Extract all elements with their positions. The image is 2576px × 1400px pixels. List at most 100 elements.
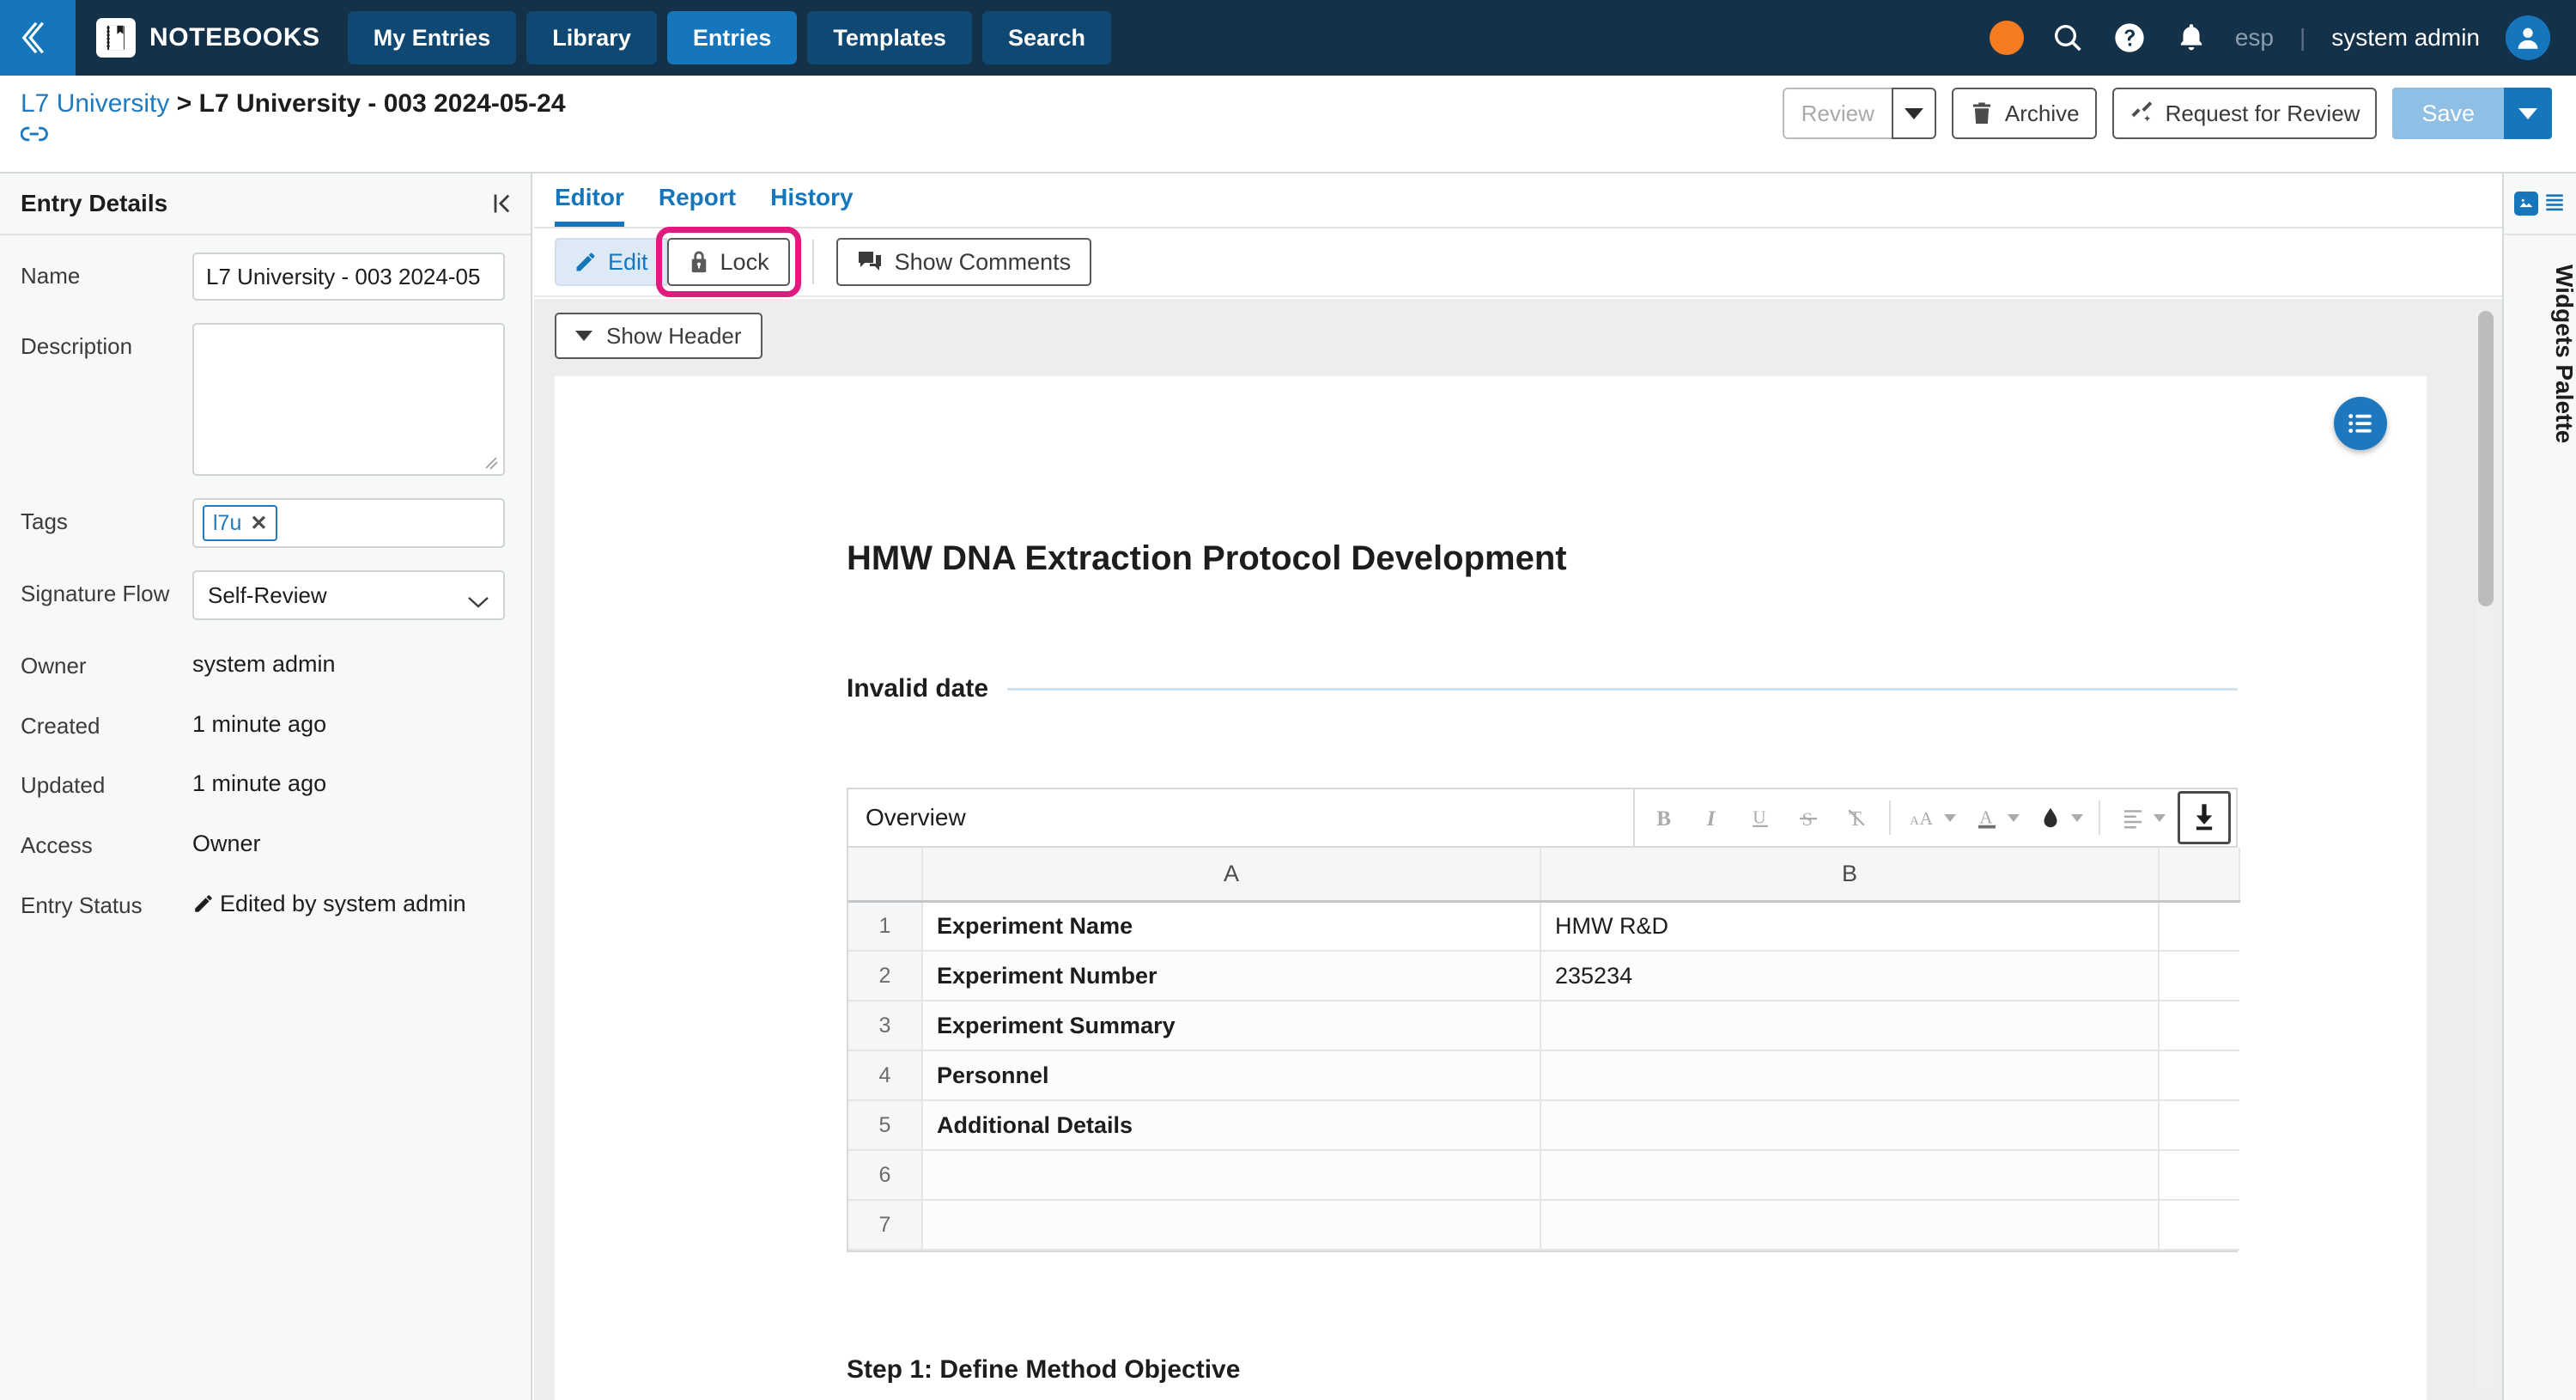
lock-button[interactable]: Lock [666, 238, 790, 286]
grid-row-header-2[interactable]: 2 [848, 951, 923, 1001]
search-icon[interactable] [2050, 20, 2086, 56]
bold-icon[interactable]: B [1640, 794, 1688, 842]
collapse-left-icon[interactable] [489, 191, 513, 216]
toolbar-divider [811, 240, 814, 284]
tab-editor[interactable]: Editor [555, 184, 624, 227]
grid-row-header-5[interactable]: 5 [848, 1100, 923, 1151]
canvas-scrollbar-thumb[interactable] [2478, 311, 2494, 606]
grid-cell-a3[interactable]: Experiment Summary [922, 1001, 1541, 1051]
username-label[interactable]: system admin [2331, 24, 2480, 52]
align-icon[interactable] [2109, 794, 2172, 842]
spreadsheet-name[interactable]: Overview [848, 789, 1635, 846]
field-row-created: Created 1 minute ago [0, 703, 531, 740]
pencil-icon [195, 895, 212, 913]
grid-corner-cell[interactable] [848, 848, 923, 903]
grid-cell-c7[interactable] [2159, 1200, 2239, 1251]
nav-tab-search[interactable]: Search [981, 11, 1111, 64]
grid-cell-a6[interactable] [922, 1150, 1541, 1201]
description-textarea[interactable] [192, 323, 505, 476]
nav-tab-library[interactable]: Library [526, 11, 657, 64]
grid-cell-c6[interactable] [2159, 1150, 2239, 1201]
grid-cell-c3[interactable] [2159, 1001, 2239, 1051]
italic-icon[interactable]: I [1688, 794, 1736, 842]
tags-input[interactable]: l7u ✕ [192, 498, 505, 548]
review-dropdown-toggle[interactable] [1891, 88, 1936, 139]
grid-cell-a4[interactable]: Personnel [922, 1050, 1541, 1101]
breadcrumb-separator: > [176, 89, 192, 118]
archive-button[interactable]: Archive [1951, 88, 2097, 139]
grid-cell-c5[interactable] [2159, 1100, 2239, 1151]
close-x-icon[interactable]: ✕ [250, 511, 267, 536]
grid-cell-a1[interactable]: Experiment Name [922, 901, 1541, 952]
help-circle-icon[interactable] [2111, 20, 2148, 56]
grid-row-header-1[interactable]: 1 [848, 901, 923, 952]
lock-button-wrapper: Lock [655, 227, 801, 297]
widget-list-fab-button[interactable] [2334, 397, 2387, 450]
field-row-name: Name L7 University - 003 2024-05 [0, 253, 531, 301]
signature-flow-select[interactable]: Self-Review [192, 570, 505, 620]
fill-color-icon[interactable] [2026, 794, 2090, 842]
clear-format-icon[interactable]: T [1832, 794, 1880, 842]
grid-cell-b3[interactable] [1540, 1001, 2160, 1051]
breadcrumb-parent-link[interactable]: L7 University [21, 89, 169, 118]
language-selector[interactable]: esp [2235, 24, 2274, 52]
nav-tab-entries[interactable]: Entries [666, 11, 798, 64]
text-color-icon[interactable]: A [1963, 794, 2026, 842]
grid-column-header-b[interactable]: B [1540, 848, 2160, 903]
tab-report[interactable]: Report [659, 184, 736, 227]
grid-row-header-6[interactable]: 6 [848, 1150, 923, 1201]
link-chain-icon[interactable] [20, 124, 50, 144]
grid-column-header-a[interactable]: A [922, 848, 1541, 903]
resize-grip-icon[interactable] [483, 455, 499, 471]
edit-button[interactable]: Edit [555, 238, 667, 286]
grid-cell-c2[interactable] [2159, 951, 2239, 1001]
magic-wand-icon [2131, 101, 2152, 122]
strikethrough-icon[interactable]: S [1784, 794, 1832, 842]
review-split-button[interactable]: Review [1782, 88, 1936, 139]
widgets-palette-toggle[interactable] [2504, 173, 2576, 235]
grid-row-header-4[interactable]: 4 [848, 1050, 923, 1101]
topbar-separator: | [2300, 24, 2306, 51]
grid-row-header-3[interactable]: 3 [848, 1001, 923, 1051]
tab-history[interactable]: History [770, 184, 853, 227]
nav-collapse-button[interactable] [0, 0, 76, 76]
grid-cell-b1[interactable]: HMW R&D [1540, 901, 2160, 952]
font-size-icon[interactable]: AA [1899, 794, 1963, 842]
status-dot-indicator[interactable] [1989, 21, 2024, 55]
grid-cell-b4[interactable] [1540, 1050, 2160, 1101]
editor-toolbar: Edit Lock Show Comments [534, 227, 2502, 297]
document-page: HMW DNA Extraction Protocol Development … [555, 376, 2427, 1400]
grid-row-header-7[interactable]: 7 [848, 1200, 923, 1251]
show-comments-button[interactable]: Show Comments [835, 238, 1092, 286]
grid-cell-b7[interactable] [1540, 1200, 2160, 1251]
archive-button-label: Archive [2004, 100, 2080, 126]
name-input[interactable]: L7 University - 003 2024-05 [192, 253, 505, 301]
grid-cell-a7[interactable] [922, 1200, 1541, 1251]
download-button[interactable] [2178, 791, 2231, 844]
widgets-palette-label: Widgets Palette [2551, 265, 2576, 444]
show-header-button[interactable]: Show Header [555, 313, 762, 359]
grid-cell-b6[interactable] [1540, 1150, 2160, 1201]
tag-chip[interactable]: l7u ✕ [203, 505, 278, 541]
request-for-review-button[interactable]: Request for Review [2111, 88, 2378, 139]
save-dropdown-toggle[interactable] [2504, 88, 2552, 139]
grid-cell-b5[interactable] [1540, 1100, 2160, 1151]
grid-column-header-c[interactable] [2159, 848, 2240, 903]
grid-cell-a2[interactable]: Experiment Number [922, 951, 1541, 1001]
save-split-button[interactable]: Save [2392, 88, 2552, 139]
spreadsheet-header: Overview B I U S T A A A [848, 789, 2236, 848]
nav-tab-my-entries[interactable]: My Entries [347, 11, 517, 64]
caret-down-icon [2071, 813, 2083, 822]
nav-tab-templates[interactable]: Templates [807, 11, 972, 64]
avatar[interactable] [2506, 15, 2550, 60]
canvas-scrollbar[interactable] [2476, 311, 2495, 1388]
caret-down-icon [575, 331, 592, 341]
grid-cell-c1[interactable] [2159, 901, 2239, 952]
underline-icon[interactable]: U [1736, 794, 1784, 842]
save-button[interactable]: Save [2392, 88, 2504, 139]
grid-cell-c4[interactable] [2159, 1050, 2239, 1101]
grid-cell-a5[interactable]: Additional Details [922, 1100, 1541, 1151]
breadcrumb-current: L7 University - 003 2024-05-24 [198, 89, 566, 118]
grid-cell-b2[interactable]: 235234 [1540, 951, 2160, 1001]
bell-icon[interactable] [2173, 20, 2209, 56]
